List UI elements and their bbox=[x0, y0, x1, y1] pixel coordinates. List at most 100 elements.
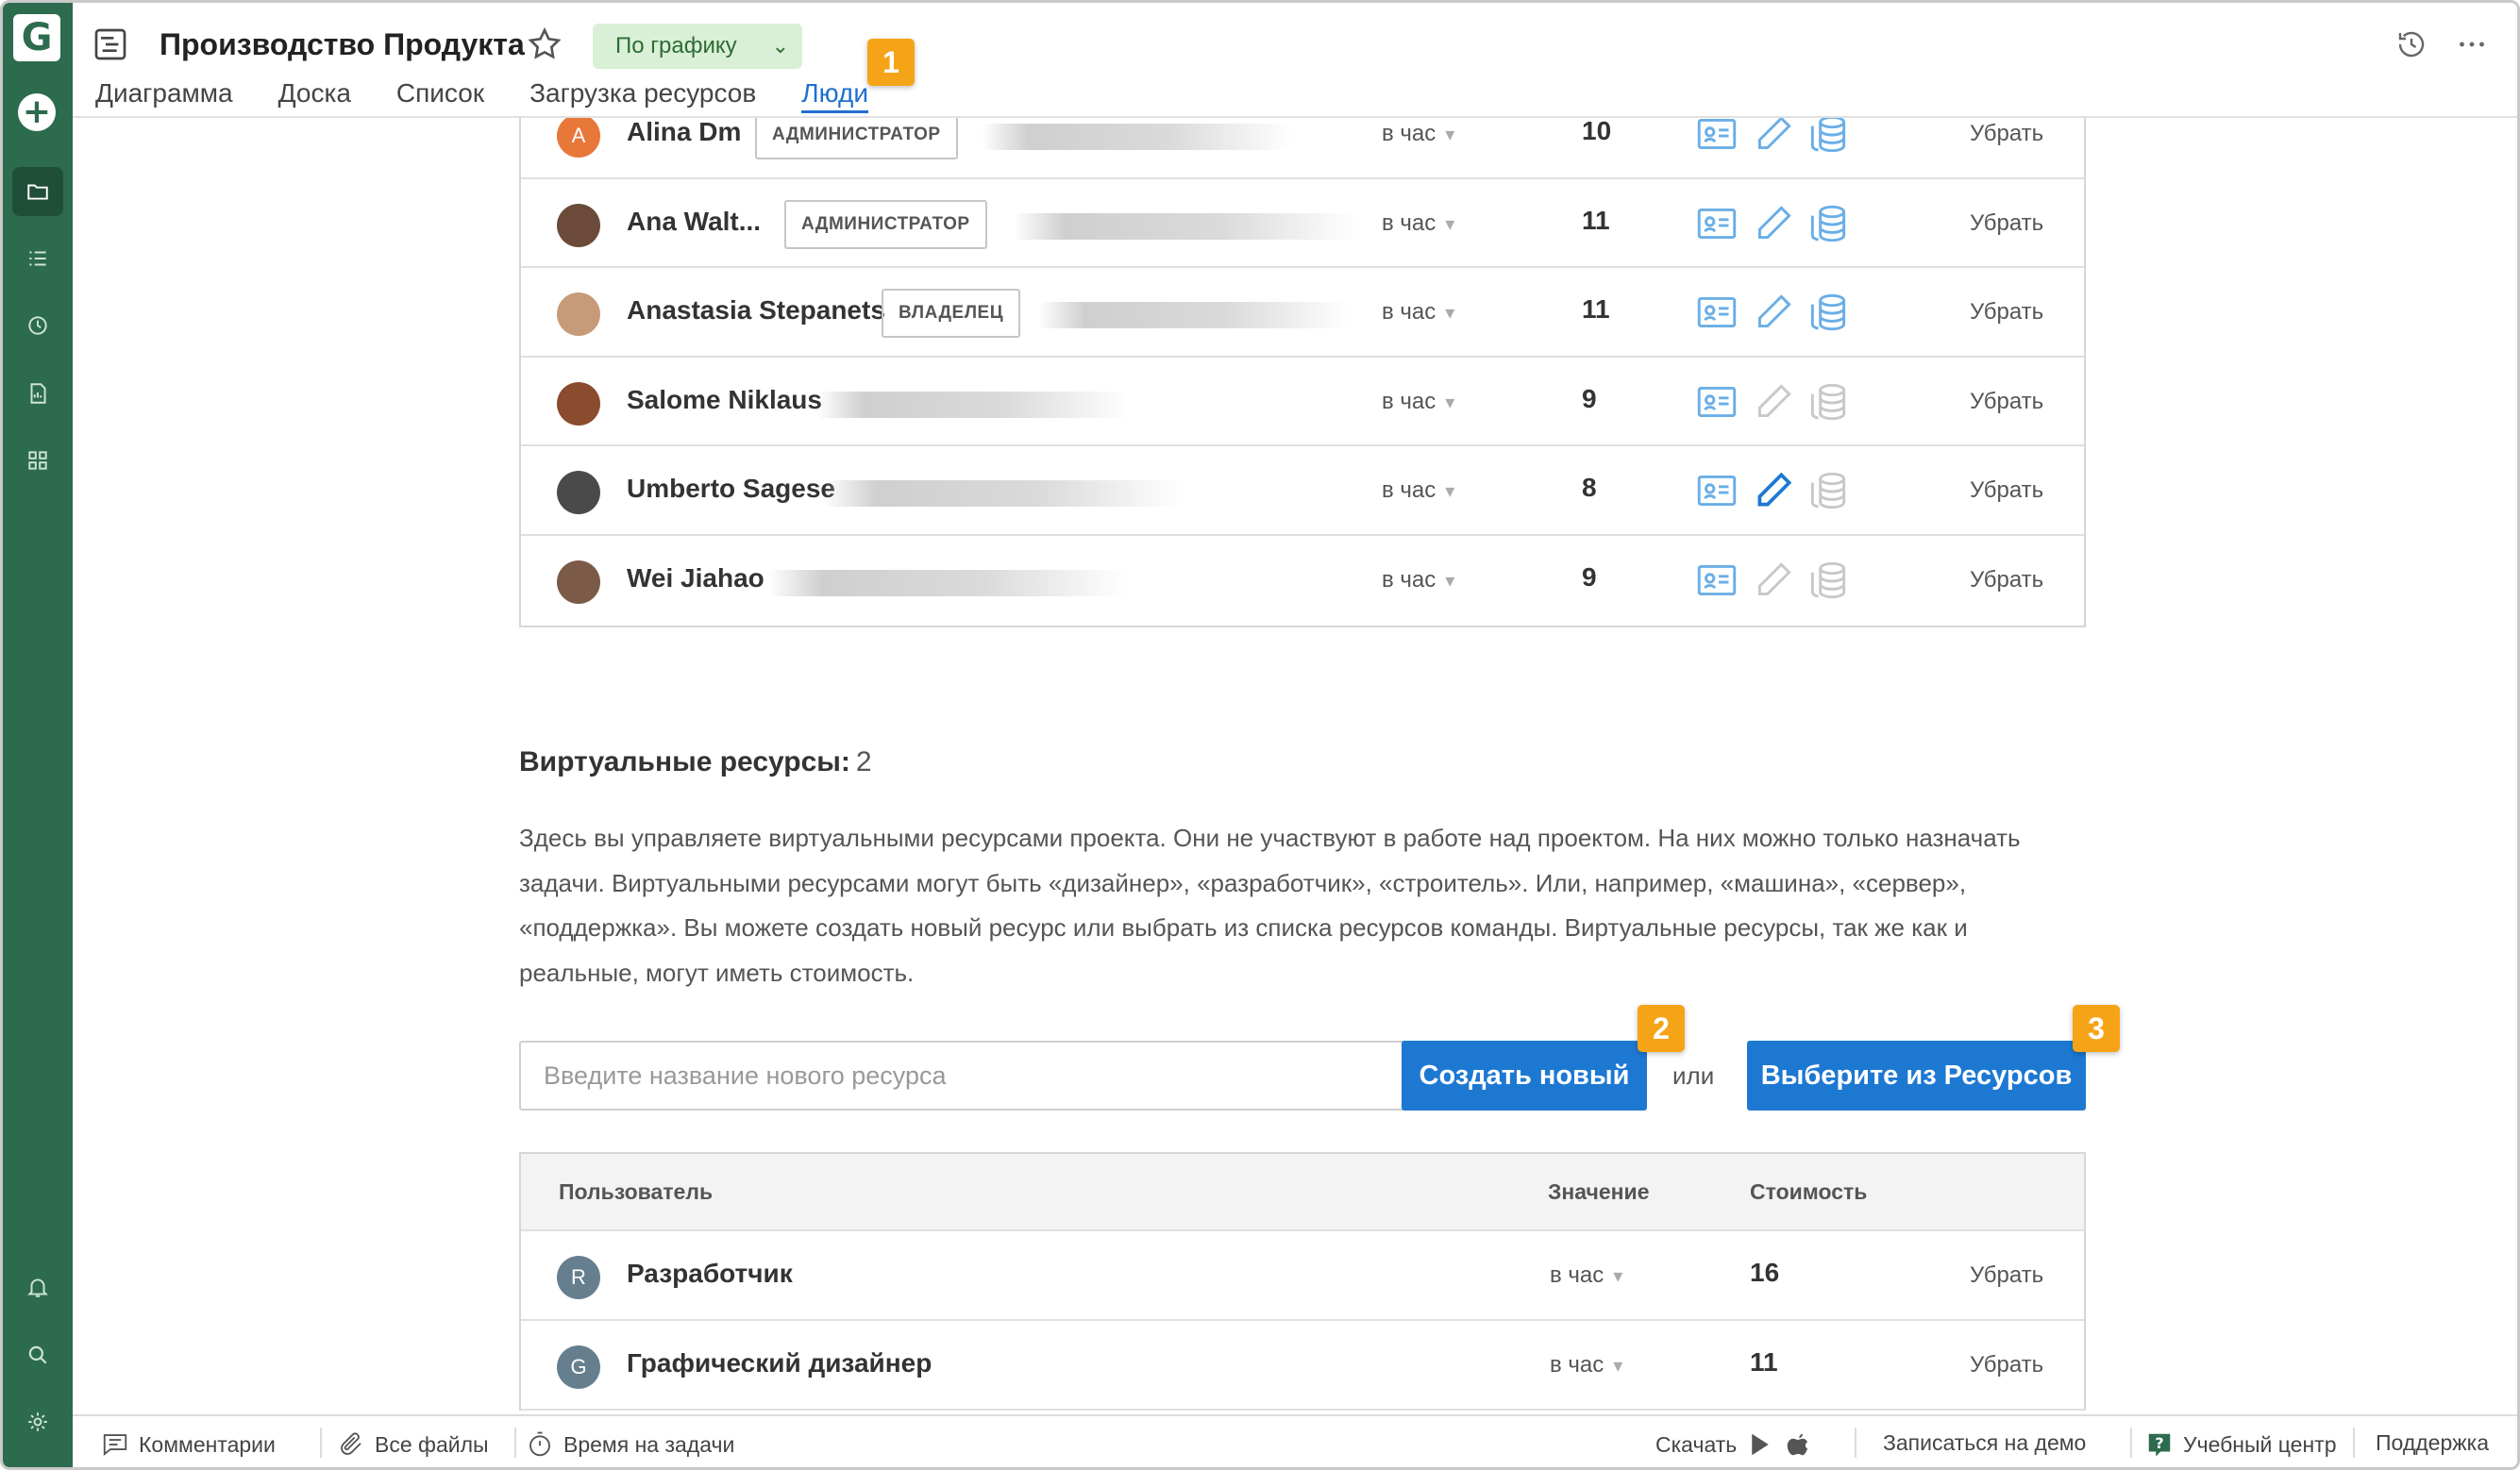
book-demo-link[interactable]: Записаться на демо bbox=[1883, 1430, 2086, 1456]
edit-pencil-icon[interactable] bbox=[1750, 557, 1797, 604]
left-sidebar: G + bbox=[3, 3, 73, 1467]
people-page-content: A Alina Dm АДМИНИСТРАТОР в час 10 Убрать… bbox=[73, 118, 2517, 1414]
rate-dropdown[interactable]: в час bbox=[1550, 1262, 1622, 1289]
logo-icon[interactable]: G bbox=[13, 14, 60, 61]
divider bbox=[2353, 1428, 2355, 1458]
profile-card-icon[interactable] bbox=[1693, 467, 1740, 514]
rate-dropdown[interactable]: в час bbox=[1550, 1352, 1622, 1378]
rate-dropdown[interactable]: в час bbox=[1382, 299, 1454, 326]
profile-card-icon[interactable] bbox=[1693, 289, 1740, 336]
projects-folder-icon[interactable] bbox=[12, 167, 63, 216]
tab-list[interactable]: Список bbox=[396, 78, 484, 113]
tab-people[interactable]: Люди bbox=[801, 78, 869, 113]
new-resource-input[interactable]: Введите название нового ресурса bbox=[519, 1041, 1489, 1111]
rate-value[interactable]: 10 bbox=[1582, 118, 1611, 146]
rate-dropdown[interactable]: в час bbox=[1382, 389, 1454, 415]
cost-coins-icon[interactable] bbox=[1805, 118, 1852, 158]
list-icon[interactable] bbox=[12, 234, 63, 283]
settings-gear-icon[interactable] bbox=[12, 1397, 63, 1446]
rate-value[interactable]: 11 bbox=[1582, 206, 1610, 236]
resource-name: Графический дизайнер bbox=[627, 1348, 932, 1378]
bell-icon[interactable] bbox=[12, 1262, 63, 1311]
google-play-icon[interactable] bbox=[1746, 1430, 1774, 1459]
cost-coins-icon[interactable] bbox=[1805, 467, 1852, 514]
remove-link[interactable]: Убрать bbox=[1970, 477, 2043, 504]
report-icon[interactable] bbox=[12, 369, 63, 418]
more-menu-icon[interactable] bbox=[2455, 27, 2489, 61]
cost-value[interactable]: 16 bbox=[1750, 1258, 1779, 1288]
svg-text:?: ? bbox=[2155, 1434, 2163, 1452]
book-demo-label: Записаться на демо bbox=[1883, 1430, 2087, 1455]
chevron-down-icon: ⌄ bbox=[771, 34, 789, 58]
project-title: Производство Продукта bbox=[160, 27, 525, 61]
rate-dropdown[interactable]: в час bbox=[1382, 567, 1454, 593]
virtual-resources-table: Пользователь Значение Стоимость R Разраб… bbox=[519, 1152, 2086, 1411]
rate-dropdown[interactable]: в час bbox=[1382, 210, 1454, 237]
status-dropdown[interactable]: По графику ⌄ bbox=[593, 24, 802, 69]
cost-coins-icon[interactable] bbox=[1805, 200, 1852, 247]
tab-workload[interactable]: Загрузка ресурсов bbox=[529, 78, 756, 113]
comments-label: Комментарии bbox=[139, 1431, 276, 1457]
person-name: Ana Walt... bbox=[627, 206, 762, 236]
edit-pencil-icon[interactable] bbox=[1750, 378, 1797, 426]
support-label: Поддержка bbox=[2376, 1430, 2489, 1455]
cost-coins-icon[interactable] bbox=[1805, 557, 1852, 604]
person-name: Umberto Sagese bbox=[627, 474, 835, 504]
divider bbox=[514, 1428, 516, 1458]
app-window: G + Производство Продукта По графику ⌄ Д… bbox=[0, 0, 2520, 1470]
all-files-link[interactable]: Все файлы bbox=[337, 1430, 489, 1459]
apple-icon[interactable] bbox=[1784, 1430, 1812, 1459]
profile-card-icon[interactable] bbox=[1693, 200, 1740, 247]
edit-pencil-icon[interactable] bbox=[1750, 467, 1797, 514]
tab-board[interactable]: Доска bbox=[278, 78, 351, 113]
learning-center-link[interactable]: ? Учебный центр bbox=[2145, 1430, 2337, 1459]
role-badge: ВЛАДЕЛЕЦ bbox=[882, 289, 1021, 339]
profile-card-icon[interactable] bbox=[1693, 118, 1740, 158]
rate-dropdown[interactable]: в час bbox=[1382, 121, 1454, 147]
resource-name: Разработчик bbox=[627, 1259, 793, 1288]
callout-badge-3: 3 bbox=[2073, 1005, 2120, 1052]
rate-value[interactable]: 9 bbox=[1582, 562, 1597, 593]
remove-link[interactable]: Убрать bbox=[1970, 121, 2043, 147]
remove-link[interactable]: Убрать bbox=[1970, 1352, 2043, 1378]
remove-link[interactable]: Убрать bbox=[1970, 389, 2043, 415]
rate-value[interactable]: 8 bbox=[1582, 473, 1597, 503]
edit-pencil-icon[interactable] bbox=[1750, 200, 1797, 247]
profile-card-icon[interactable] bbox=[1693, 378, 1740, 426]
comments-link[interactable]: Комментарии bbox=[101, 1430, 276, 1459]
remove-link[interactable]: Убрать bbox=[1970, 299, 2043, 326]
paperclip-icon bbox=[341, 1432, 361, 1455]
cost-coins-icon[interactable] bbox=[1805, 289, 1852, 336]
table-row: Umberto Sagese в час 8 Убрать bbox=[521, 446, 2084, 536]
select-from-resources-button[interactable]: Выберите из Ресурсов bbox=[1747, 1041, 2086, 1111]
search-icon[interactable] bbox=[12, 1330, 63, 1379]
remove-link[interactable]: Убрать bbox=[1970, 1262, 2043, 1289]
remove-link[interactable]: Убрать bbox=[1970, 567, 2043, 593]
tab-gantt[interactable]: Диаграмма bbox=[95, 78, 233, 113]
create-new-button[interactable]: Создать новый bbox=[1402, 1041, 1647, 1111]
avatar bbox=[557, 560, 600, 604]
clock-icon[interactable] bbox=[12, 301, 63, 350]
tab-bar: Диаграмма Доска Список Загрузка ресурсов… bbox=[95, 78, 869, 113]
avatar bbox=[557, 292, 600, 337]
remove-link[interactable]: Убрать bbox=[1970, 210, 2043, 237]
download-link[interactable]: Скачать bbox=[1655, 1430, 1812, 1459]
support-link[interactable]: Поддержка bbox=[2376, 1430, 2489, 1456]
time-tracking-link[interactable]: Время на задачи bbox=[526, 1430, 734, 1459]
add-icon[interactable]: + bbox=[18, 93, 56, 131]
cost-coins-icon[interactable] bbox=[1805, 378, 1852, 426]
bottom-bar: Комментарии Все файлы Время на задачи Ск… bbox=[73, 1414, 2517, 1467]
rate-dropdown[interactable]: в час bbox=[1382, 477, 1454, 504]
rate-value[interactable]: 11 bbox=[1582, 294, 1610, 325]
rate-value[interactable]: 9 bbox=[1582, 384, 1597, 414]
favorite-star-icon[interactable] bbox=[526, 25, 563, 63]
divider bbox=[2130, 1428, 2132, 1458]
profile-card-icon[interactable] bbox=[1693, 557, 1740, 604]
cost-value[interactable]: 11 bbox=[1750, 1347, 1778, 1378]
edit-pencil-icon[interactable] bbox=[1750, 118, 1797, 158]
apps-grid-icon[interactable] bbox=[12, 436, 63, 485]
table-row: Wei Jiahao в час 9 Убрать bbox=[521, 536, 2084, 626]
table-row: Ana Walt... АДМИНИСТРАТОР в час 11 Убрат… bbox=[521, 179, 2084, 269]
history-icon[interactable] bbox=[2394, 27, 2428, 61]
edit-pencil-icon[interactable] bbox=[1750, 289, 1797, 336]
